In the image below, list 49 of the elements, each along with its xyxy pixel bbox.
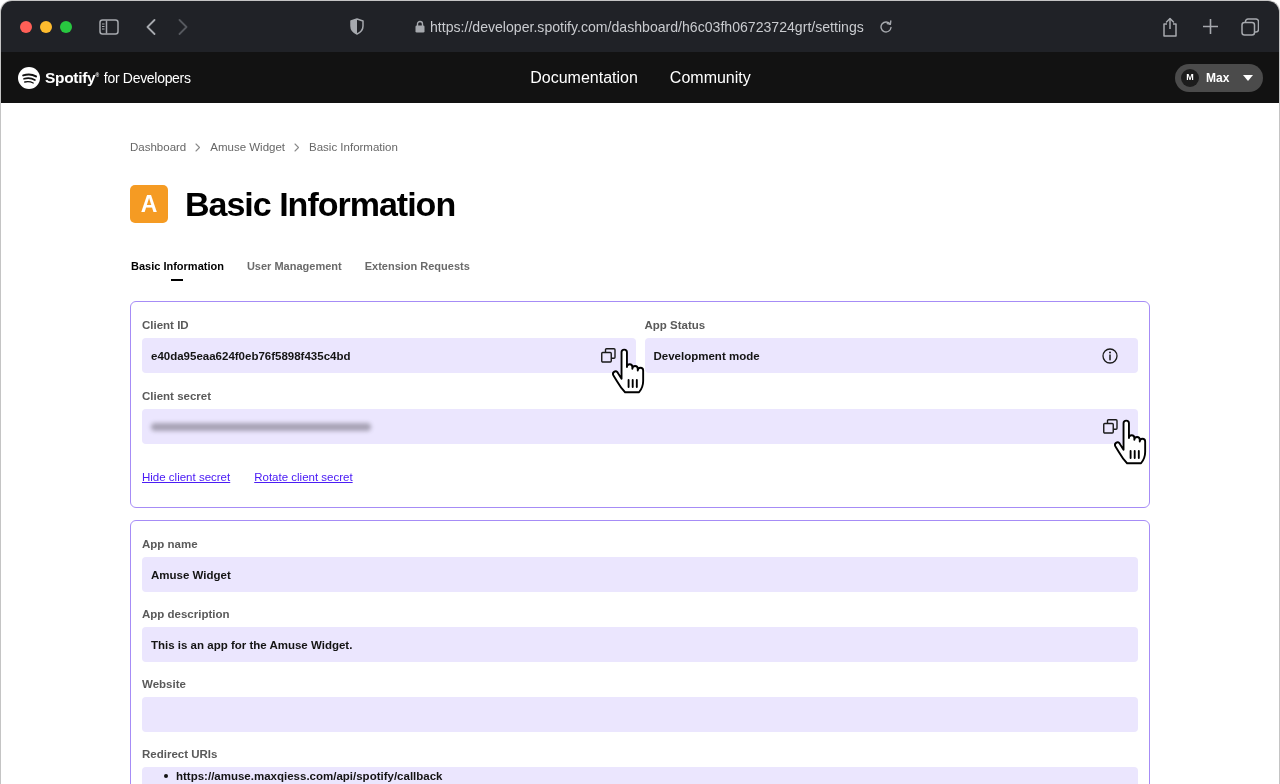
tab[interactable]: User Management bbox=[246, 260, 342, 281]
field-label: App Status bbox=[644, 318, 707, 332]
text-link[interactable]: Hide client secret bbox=[142, 470, 231, 484]
text-link[interactable]: Rotate client secret bbox=[254, 470, 353, 484]
reload-icon[interactable] bbox=[878, 20, 892, 33]
input-field[interactable]: https://amuse.maxqiess.com/api/spotify/callback bbox=[142, 767, 1138, 784]
copy-icon[interactable] bbox=[600, 348, 616, 363]
user-menu-button[interactable]: M Max bbox=[1175, 63, 1263, 92]
page-title: Basic Information bbox=[185, 184, 456, 224]
info-icon[interactable] bbox=[1102, 347, 1118, 364]
shield-icon[interactable] bbox=[350, 18, 364, 35]
nav-link[interactable]: Documentation bbox=[530, 68, 638, 87]
copy-icon[interactable] bbox=[1103, 419, 1118, 434]
logo-icon[interactable] bbox=[18, 66, 40, 89]
brand-name[interactable]: Spotify$^{®}$ bbox=[45, 68, 99, 87]
new-tab-icon[interactable] bbox=[1203, 19, 1218, 34]
address-field[interactable]: https://developer.spotify.com/dashboard/h6c03fh06723724grt/settings bbox=[430, 18, 864, 35]
nav-link[interactable]: Community bbox=[669, 68, 751, 87]
window-zoom-icon[interactable] bbox=[60, 20, 72, 33]
breadcrumb-link[interactable]: Basic Information bbox=[309, 140, 398, 154]
status-field[interactable]: Development mode bbox=[644, 338, 1138, 373]
app-icon: A bbox=[130, 185, 168, 223]
input-field[interactable]: Amuse Widget bbox=[142, 557, 1138, 592]
brand-suffix[interactable]: for Developers bbox=[103, 69, 191, 86]
window-close-icon[interactable] bbox=[20, 20, 32, 33]
tab[interactable]: Basic Information bbox=[131, 260, 224, 281]
sidebar-icon[interactable] bbox=[99, 18, 119, 35]
input-field[interactable]: This is an app for the Amuse Widget. bbox=[142, 627, 1138, 662]
field-label: Website bbox=[142, 677, 187, 691]
field-label: Client secret bbox=[142, 389, 213, 403]
caret-icon bbox=[1243, 74, 1253, 81]
back-icon[interactable] bbox=[146, 18, 156, 35]
breadcrumb-link[interactable]: Dashboard bbox=[130, 140, 187, 154]
uri-text: https://amuse.maxqiess.com/api/spotify/callback bbox=[176, 769, 443, 783]
chevron-right-icon bbox=[195, 142, 202, 152]
window-minimize-icon[interactable] bbox=[40, 20, 52, 33]
input-field[interactable] bbox=[142, 697, 1138, 732]
share-icon[interactable] bbox=[1162, 16, 1178, 37]
bullet-icon bbox=[164, 774, 168, 778]
tab[interactable]: Extension Requests bbox=[364, 260, 470, 281]
chevron-right-icon bbox=[294, 142, 301, 152]
breadcrumb-link[interactable]: Amuse Widget bbox=[210, 140, 286, 154]
field-label: Client ID bbox=[142, 318, 190, 332]
user-avatar: M bbox=[1181, 68, 1199, 87]
field-label: App name bbox=[142, 537, 199, 551]
field-label: App description bbox=[142, 607, 231, 621]
lock-icon bbox=[415, 20, 425, 33]
tab-overview-icon[interactable] bbox=[1241, 17, 1259, 36]
field-label: Redirect URIs bbox=[142, 747, 219, 761]
